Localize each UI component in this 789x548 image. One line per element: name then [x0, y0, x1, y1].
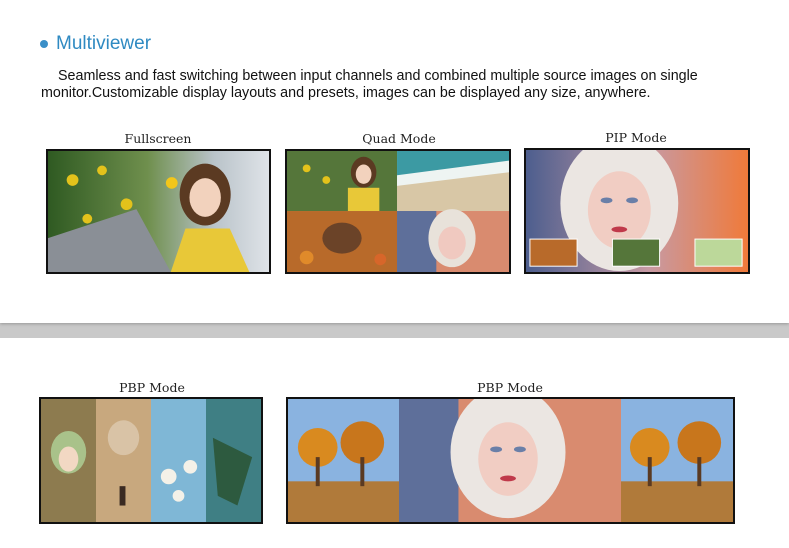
pip-preview: [524, 148, 750, 274]
caption-pip: PIP Mode: [605, 130, 667, 145]
pbp-3-image: [288, 399, 733, 522]
pbp-4-preview: [39, 397, 263, 524]
page-top: Multiviewer Seamless and fast switching …: [0, 0, 789, 323]
section-title: Multiviewer: [56, 33, 152, 54]
bullet-icon: [40, 40, 48, 48]
quad-image: [287, 151, 509, 272]
fullscreen-preview: [46, 149, 271, 274]
pbp-4-image: [41, 399, 261, 522]
section-description: Seamless and fast switching between inpu…: [41, 68, 698, 101]
caption-fullscreen: Fullscreen: [124, 131, 192, 146]
pbp-3-preview: [286, 397, 735, 524]
caption-quad: Quad Mode: [362, 131, 436, 146]
fullscreen-image: [48, 151, 269, 272]
caption-pbp-2: PBP Mode: [477, 380, 543, 395]
caption-pbp-1: PBP Mode: [119, 380, 185, 395]
pip-image: [526, 150, 748, 272]
quad-preview: [285, 149, 511, 274]
page-bottom: PBP Mode PBP Mode: [0, 338, 789, 548]
